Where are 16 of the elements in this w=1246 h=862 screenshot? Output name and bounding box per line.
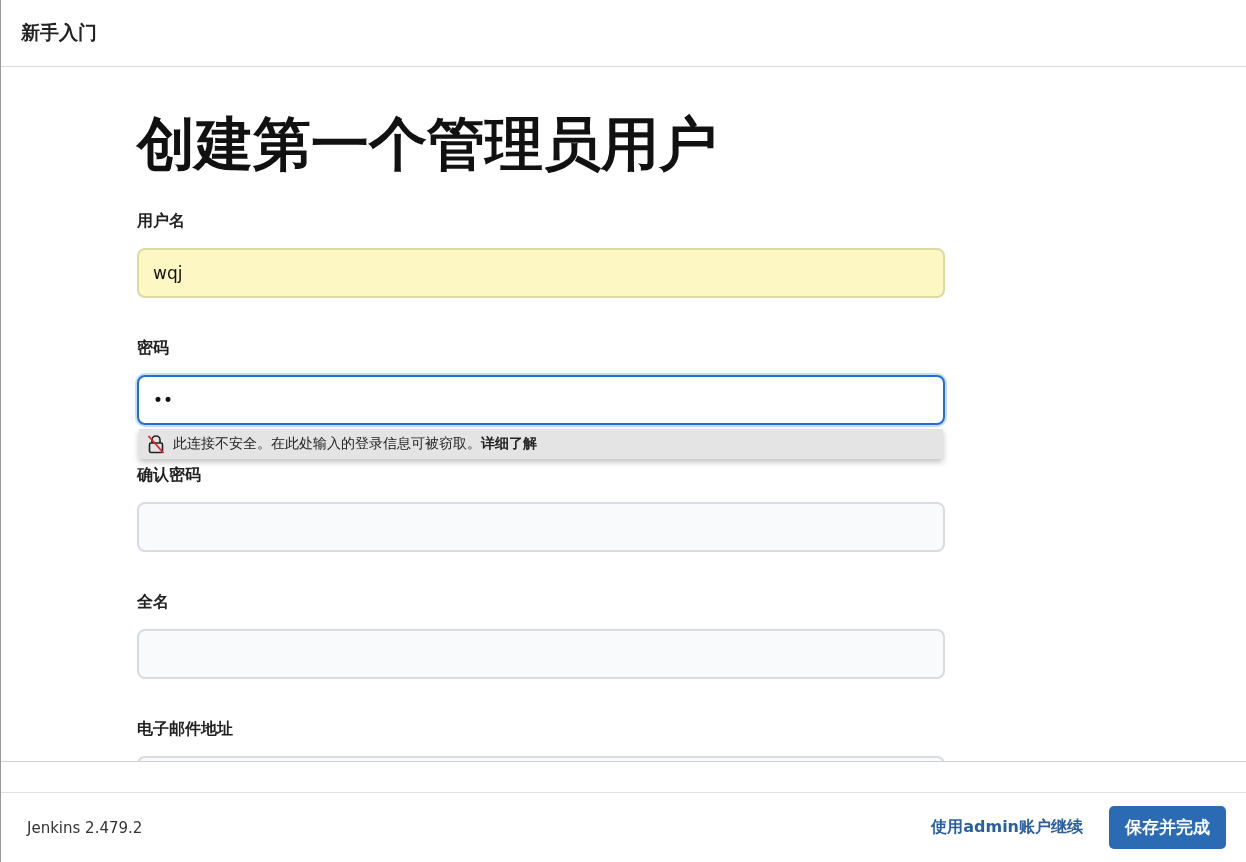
unlocked-warning-icon [147,434,165,454]
input-field[interactable] [137,502,945,552]
save-and-finish-button[interactable]: 保存并完成 [1109,806,1226,849]
warning-text: 此连接不安全。在此处输入的登录信息可被窃取。详细了解 [173,435,537,453]
field-label: 全名 [137,592,170,613]
input-field[interactable]: •• [137,375,945,425]
field-label: 密码 [137,338,170,359]
page-heading: 创建第一个管理员用户 [137,109,718,179]
field-label: 电子邮件地址 [137,719,234,740]
header-title: 新手入门 [21,20,97,45]
field-label: 确认密码 [137,465,202,486]
input-field[interactable] [137,629,945,679]
input-field[interactable]: wqj [137,248,945,298]
continue-as-admin-link[interactable]: 使用admin账户继续 [931,817,1083,838]
field-label: 用户名 [137,211,186,232]
version-text: Jenkins 2.479.2 [27,818,143,837]
